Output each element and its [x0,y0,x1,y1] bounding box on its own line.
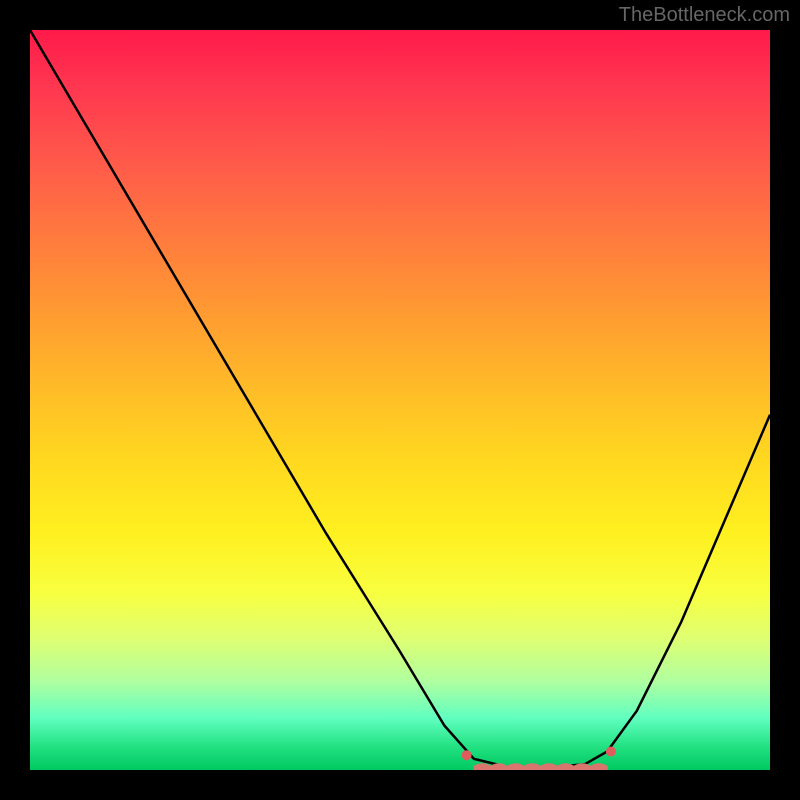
curve-overlay [30,30,770,770]
marker-dot-right [606,747,616,757]
bottleneck-curve [30,30,770,768]
optimal-zone-marker [474,764,607,770]
marker-dot-left [462,750,472,760]
attribution-text: TheBottleneck.com [619,4,790,27]
chart-container [30,30,770,770]
